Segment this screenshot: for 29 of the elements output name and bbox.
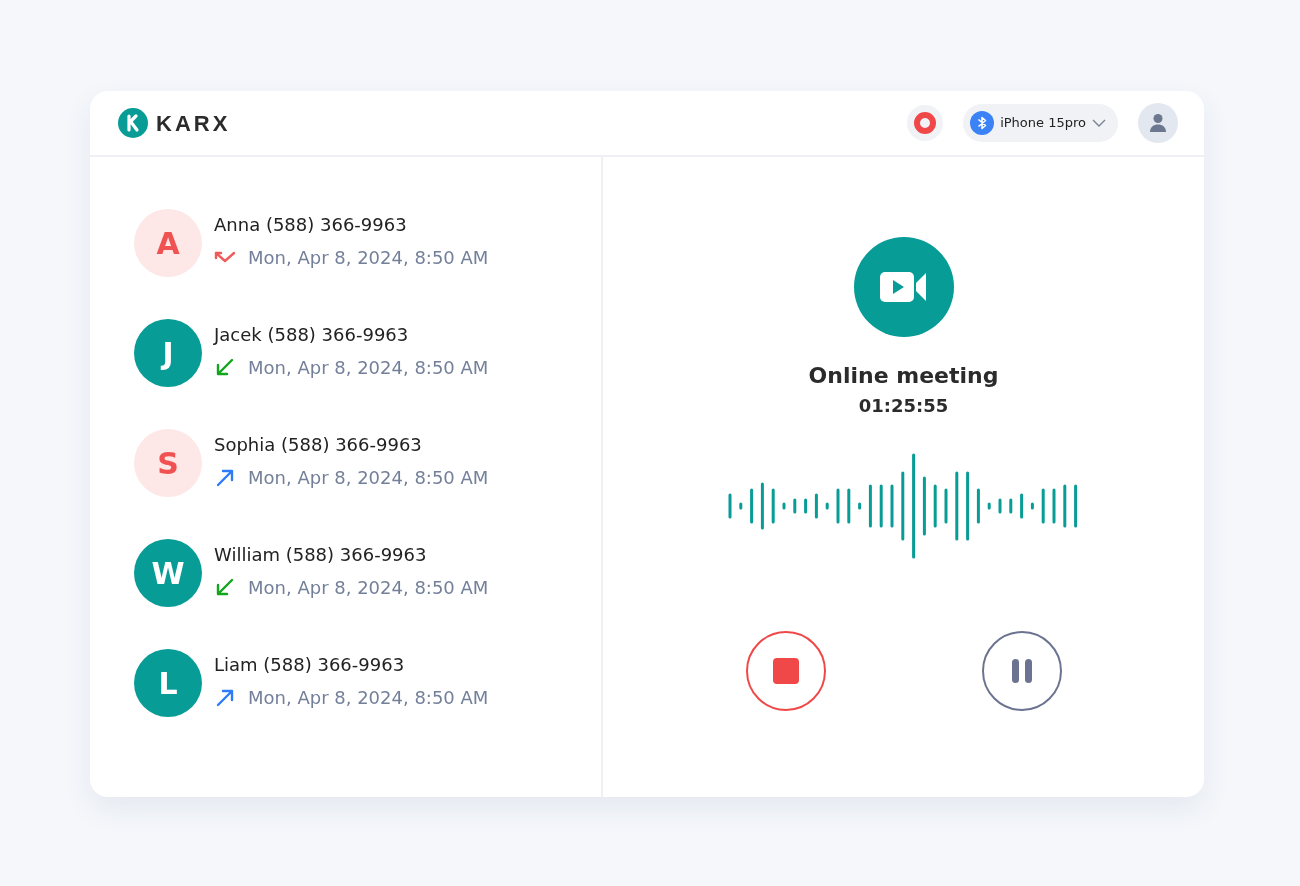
meeting-duration: 01:25:55 [858,394,949,418]
contact-name: Anna (588) 366-9963 [214,213,408,237]
contact-name: Liam (588) 366-9963 [214,653,406,677]
contact-avatar: L [134,649,202,717]
contact-name: Jacek (588) 366-9963 [214,323,410,347]
call-time: Mon, Apr 8, 2024, 8:50 AM [248,356,489,380]
logo-icon [118,108,148,138]
contact-name: William (588) 366-9963 [214,543,428,567]
record-button[interactable] [907,105,944,141]
user-icon [1149,113,1167,133]
call-time: Mon, Apr 8, 2024, 8:50 AM [248,576,489,600]
contact-avatar: J [134,319,202,387]
device-selector[interactable]: iPhone 15pro [963,104,1118,142]
contact-avatar: A [134,209,202,277]
meeting-title: Online meeting [808,362,999,390]
contact-name: Sophia (588) 366-9963 [214,433,423,457]
record-icon [914,112,937,134]
pause-icon [1011,659,1032,683]
contact-avatar: W [134,539,202,607]
user-avatar[interactable] [1138,103,1178,143]
contact-avatar: S [134,429,202,497]
call-time: Mon, Apr 8, 2024, 8:50 AM [248,466,489,490]
call-time: Mon, Apr 8, 2024, 8:50 AM [248,246,489,270]
video-camera-icon [879,270,928,304]
bluetooth-icon [970,111,995,135]
brand-name: KARX [156,109,231,138]
chevron-down-icon [1092,119,1106,127]
call-time: Mon, Apr 8, 2024, 8:50 AM [248,686,489,710]
stop-icon [772,658,799,684]
